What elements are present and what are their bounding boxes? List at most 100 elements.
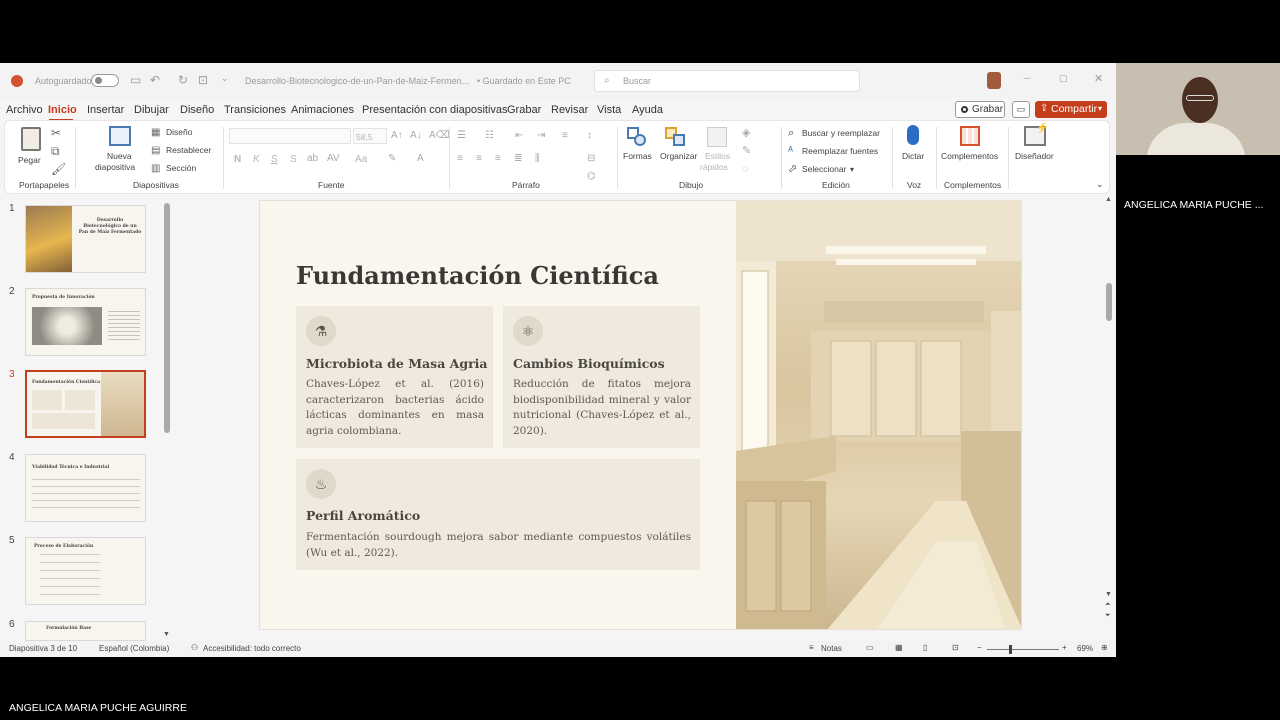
italic-button[interactable]: K [253,154,260,165]
bold-button[interactable]: N [234,154,241,165]
quick-styles-label-2[interactable]: rápidos [700,162,728,172]
char-spacing2-icon[interactable]: AV [327,153,340,165]
reset-icon[interactable]: ▤ [151,145,160,157]
search-box[interactable]: ⌕ Buscar [594,70,860,92]
save-icon[interactable]: ▭ [130,73,141,87]
tab-revisar[interactable]: Revisar [551,104,588,116]
accessibility-status[interactable]: Accesibilidad: todo correcto [203,644,301,653]
new-slide-label[interactable]: Nueva [107,151,132,161]
card-aromatico[interactable]: ♨ Perfil Aromático Fermentación sourdoug… [296,459,700,570]
align-left-icon[interactable]: ≡ [457,153,463,165]
maximize-icon[interactable]: ▢ [1059,73,1068,84]
select-chevron-icon[interactable]: ▾ [850,164,854,176]
notes-button[interactable]: Notas [821,644,842,653]
shape-outline-icon[interactable]: ✎ [742,145,751,157]
shape-fill-icon[interactable]: ◈ [742,127,750,139]
shape-effects-icon[interactable]: ◌ [742,163,749,175]
shrink-font-icon[interactable]: A↓ [410,130,422,142]
grow-font-icon[interactable]: A↑ [391,130,403,142]
bullets-icon[interactable]: ☰ [457,130,466,142]
new-slide-label-2[interactable]: diapositiva [95,162,135,172]
columns-icon[interactable]: ⫼ [535,153,540,165]
align-text-icon[interactable]: ⊟ [587,153,595,165]
highlight-icon[interactable]: ✎ [388,153,396,165]
zoom-level[interactable]: 69% [1077,644,1093,653]
zoom-in-icon[interactable]: + [1062,643,1067,652]
tab-presentacion[interactable]: Presentación con diapositivas [362,104,508,116]
clear-format-icon[interactable]: A⌫ [429,130,450,142]
thumbnails-scroll-down-icon[interactable]: ▼ [163,631,170,638]
slide-canvas[interactable]: Fundamentación Científica ⚗ Microbiota d… [259,200,1022,630]
card-microbiota[interactable]: ⚗ Microbiota de Masa Agria Chaves-López … [296,306,493,448]
quick-styles-label[interactable]: Estilos [705,151,730,161]
select-button[interactable]: Seleccionar [802,164,846,174]
font-name-field[interactable] [229,128,351,144]
notes-icon[interactable]: ≡ [809,643,814,652]
present-icon[interactable]: ⊡ [198,73,208,87]
new-slide-icon[interactable] [109,126,131,146]
tab-animaciones[interactable]: Animaciones [291,104,354,116]
replace-fonts-button[interactable]: Reemplazar fuentes [802,146,878,156]
next-slide-icon[interactable]: ⏷ [1105,612,1111,620]
language-status[interactable]: Español (Colombia) [99,644,169,653]
numbering-icon[interactable]: ☷ [485,130,494,142]
find-icon[interactable]: ⌕ [788,127,794,139]
ribbon-collapse-chevron-icon[interactable]: ⌄ [1096,178,1104,190]
scroll-up-icon[interactable]: ▲ [1105,196,1112,203]
comments-icon[interactable]: ▭ [1012,101,1030,118]
slide-thumbnail-3[interactable]: Fundamentación Científica [25,370,146,438]
tab-inicio[interactable]: Inicio [48,104,77,116]
designer-label[interactable]: Diseñador [1015,151,1054,161]
addins-label[interactable]: Complementos [941,151,998,161]
qat-more-icon[interactable]: ⌄ [221,73,229,84]
accessibility-icon[interactable]: ⚇ [191,643,198,652]
line-spacing-icon[interactable]: ≡ [562,130,568,142]
tab-transiciones[interactable]: Transiciones [224,104,286,116]
zoom-slider-thumb[interactable] [1009,645,1012,654]
layout-button[interactable]: Diseño [166,127,192,137]
section-button[interactable]: Sección [166,163,196,173]
slide-thumbnail-2[interactable]: Propuesta de Innovación [25,288,146,356]
card-bioquimicos[interactable]: ⚛ Cambios Bioquímicos Reducción de fitat… [503,306,700,448]
normal-view-icon[interactable]: ▭ [866,643,874,652]
slide-thumbnail-1[interactable]: Desarrollo Biotecnológico de un Pan de M… [25,205,146,273]
slideshow-view-icon[interactable]: ⊡ [952,643,959,652]
quick-styles-icon[interactable] [707,127,727,147]
paste-icon[interactable] [21,127,41,151]
replace-fonts-icon[interactable]: ᴬ [788,145,793,157]
minimize-icon[interactable]: ─ [1024,73,1030,83]
redo-icon[interactable]: ↻ [178,73,188,87]
zoom-out-icon[interactable]: − [977,643,982,652]
tab-archivo[interactable]: Archivo [6,104,43,116]
slide-thumbnail-6[interactable]: Formulación Base [25,621,146,641]
user-avatar[interactable] [987,72,1001,89]
tab-diseno[interactable]: Diseño [180,104,214,116]
fit-slide-icon[interactable]: ⊕ [1101,643,1108,652]
align-right-icon[interactable]: ≡ [495,153,501,165]
cut-icon[interactable]: ✂ [51,127,61,139]
scroll-down-icon[interactable]: ▼ [1105,591,1112,598]
record-button[interactable]: Grabar [955,101,1005,118]
slide-area-scrollbar[interactable] [1106,283,1112,321]
slide-title[interactable]: Fundamentación Científica [296,261,659,290]
dictate-label[interactable]: Dictar [902,151,924,161]
shapes-icon[interactable] [627,127,647,147]
find-replace-button[interactable]: Buscar y reemplazar [802,128,880,138]
justify-icon[interactable]: ≣ [514,153,522,165]
tab-ayuda[interactable]: Ayuda [632,104,663,116]
paste-label[interactable]: Pegar [18,155,41,165]
slide-thumbnail-4[interactable]: Viabilidad Técnica e Industrial [25,454,146,522]
font-size-field[interactable]: 58,5 [353,128,387,144]
slide-sorter-icon[interactable]: ▦ [895,643,903,652]
tab-dibujar[interactable]: Dibujar [134,104,169,116]
tab-insertar[interactable]: Insertar [87,104,124,116]
prev-slide-icon[interactable]: ⏶ [1105,601,1111,609]
change-case-button[interactable]: Aa [355,154,367,165]
text-direction-icon[interactable]: ↕ [587,130,592,142]
microphone-icon[interactable] [907,125,919,145]
tab-grabar[interactable]: Grabar [507,104,541,116]
arrange-label[interactable]: Organizar [660,151,697,161]
close-icon[interactable]: ✕ [1094,72,1103,85]
reset-button[interactable]: Restablecer [166,145,211,155]
arrange-icon[interactable] [665,127,687,147]
